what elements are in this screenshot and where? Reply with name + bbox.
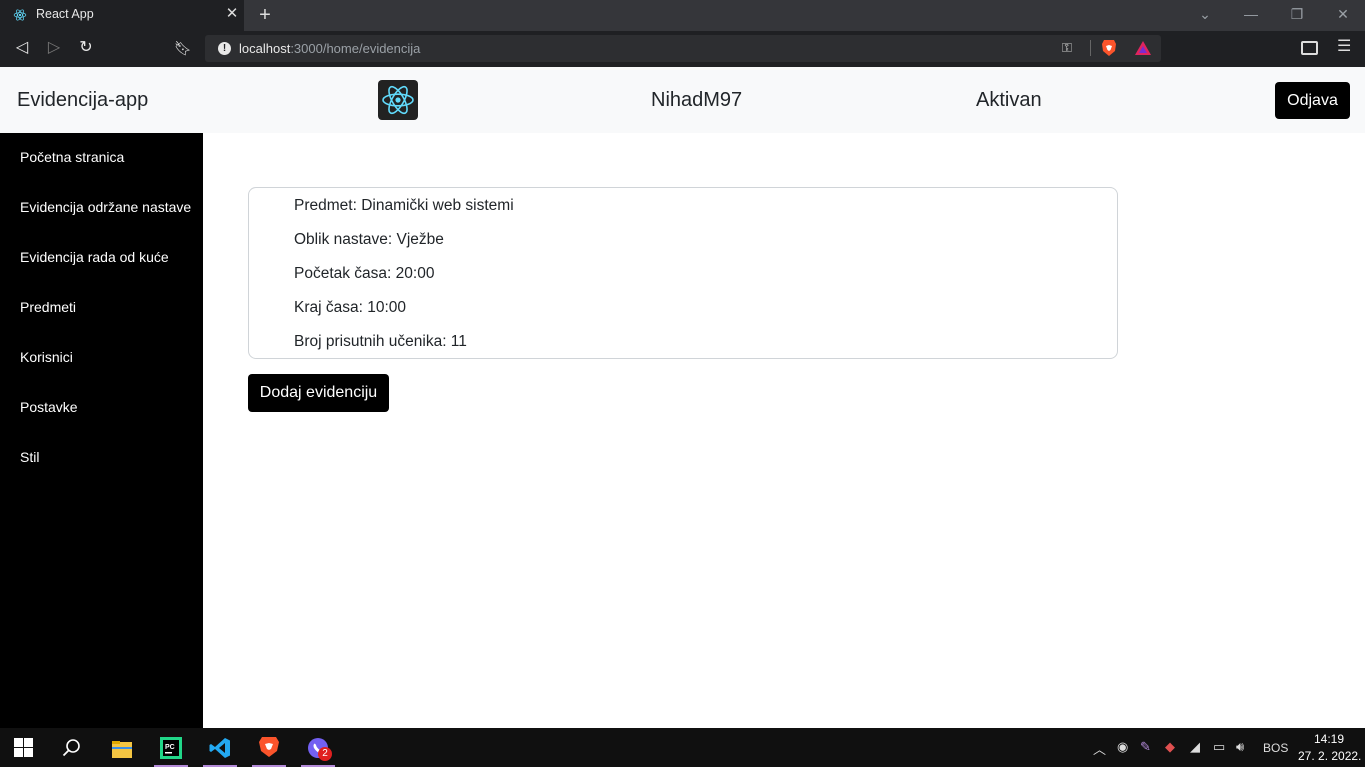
url-text[interactable]: localhost:3000/home/evidencija: [239, 41, 420, 56]
brave-shields-icon[interactable]: [1101, 39, 1117, 57]
restore-icon[interactable]: ❐: [1285, 4, 1309, 24]
app-tray-icon[interactable]: ◆: [1165, 739, 1175, 755]
viber-tray-icon[interactable]: ◉: [1117, 739, 1128, 755]
bookmark-icon[interactable]: 🔖︎: [172, 37, 194, 59]
close-window-icon[interactable]: ✕: [1331, 4, 1355, 24]
windows-start-icon[interactable]: [14, 738, 33, 757]
sidebar-item-users[interactable]: Korisnici: [20, 349, 73, 365]
site-info-icon[interactable]: !: [218, 42, 231, 55]
key-icon[interactable]: ⚿: [1062, 40, 1078, 56]
sidebar-item-style[interactable]: Stil: [20, 449, 39, 465]
username-label: NihadM97: [651, 89, 743, 111]
browser-tab[interactable]: React App ✕: [0, 0, 244, 31]
viber-notification-badge: 2: [318, 747, 332, 761]
sidebar-item-subjects[interactable]: Predmeti: [20, 299, 76, 315]
vscode-icon[interactable]: [209, 737, 231, 759]
tab-search-chevron-icon[interactable]: ⌄: [1193, 4, 1217, 24]
wallet-icon[interactable]: [1301, 41, 1318, 55]
taskbar: [0, 728, 1365, 767]
tab-close-icon[interactable]: ✕: [224, 6, 240, 22]
sidebar: [0, 133, 203, 728]
sidebar-item-settings[interactable]: Postavke: [20, 399, 78, 415]
language-indicator[interactable]: BOS: [1263, 741, 1288, 755]
browser-tab-strip: React App ✕ + ⌄ — ❐ ✕: [0, 0, 1365, 31]
app-brand[interactable]: Evidencija-app: [17, 89, 148, 112]
brave-rewards-icon[interactable]: [1134, 40, 1152, 56]
volume-icon[interactable]: 🔊︎: [1236, 739, 1244, 755]
search-icon[interactable]: [62, 738, 81, 757]
clock-time[interactable]: 14:19: [1314, 732, 1344, 746]
minimize-icon[interactable]: —: [1239, 4, 1263, 24]
brave-browser-icon[interactable]: [258, 736, 280, 758]
add-record-button[interactable]: Dodaj evidenciju: [248, 374, 389, 412]
svg-text:PC: PC: [165, 744, 175, 751]
omnibox-divider: [1090, 40, 1091, 56]
record-students: Broj prisutnih učenika: 11: [294, 333, 467, 350]
record-start: Početak časa: 20:00: [294, 265, 435, 282]
new-tab-icon[interactable]: +: [255, 4, 275, 26]
logout-button[interactable]: Odjava: [1275, 82, 1350, 119]
sidebar-item-class-records[interactable]: Evidencija održane nastave: [20, 199, 191, 215]
record-subject: Predmet: Dinamički web sistemi: [294, 197, 514, 214]
forward-icon[interactable]: ▷: [43, 37, 65, 59]
reload-icon[interactable]: ↻: [75, 37, 97, 59]
tab-title: React App: [36, 7, 94, 21]
record-type: Oblik nastave: Vježbe: [294, 231, 444, 248]
back-icon[interactable]: ◁: [11, 37, 33, 59]
sidebar-item-remote-work[interactable]: Evidencija rada od kuće: [20, 249, 169, 265]
pen-tray-icon[interactable]: ✎: [1140, 739, 1151, 755]
react-favicon-icon: [13, 9, 27, 21]
react-logo-icon: [378, 80, 418, 120]
battery-icon[interactable]: ▭: [1213, 739, 1225, 755]
record-end: Kraj časa: 10:00: [294, 299, 407, 316]
pycharm-icon[interactable]: PC: [160, 737, 182, 759]
browser-menu-icon[interactable]: ☰: [1337, 39, 1351, 55]
file-explorer-icon[interactable]: [111, 738, 133, 760]
clock-date[interactable]: 27. 2. 2022.: [1298, 749, 1361, 763]
sidebar-item-home[interactable]: Početna stranica: [20, 149, 124, 165]
show-hidden-icons-icon[interactable]: ︿: [1093, 739, 1106, 758]
wifi-icon[interactable]: ◢: [1190, 739, 1200, 755]
user-status: Aktivan: [976, 89, 1042, 111]
